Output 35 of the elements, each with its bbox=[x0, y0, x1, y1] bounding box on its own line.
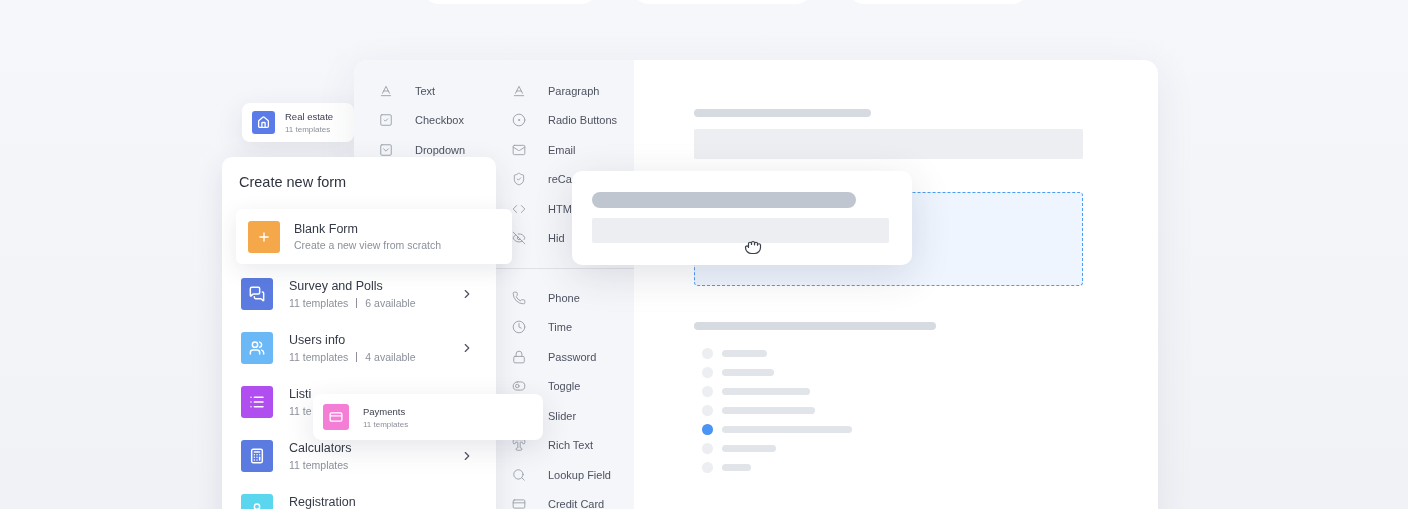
field-type-label: Paragraph bbox=[548, 84, 600, 97]
template-count: 11 templates bbox=[289, 459, 349, 471]
field-type-label: Toggle bbox=[548, 380, 581, 393]
field-type-label: Phone bbox=[548, 291, 580, 304]
field-type-label: Radio Buttons bbox=[548, 114, 618, 127]
template-count: 11 templates bbox=[289, 297, 349, 309]
available-count: 4 available bbox=[365, 351, 416, 363]
field-type-label: Password bbox=[548, 350, 597, 363]
available-count: 6 available bbox=[365, 297, 416, 309]
field-type-label: Text bbox=[415, 84, 436, 97]
field-type-label: Rich Text bbox=[548, 439, 594, 452]
card-subtitle: 11 templates bbox=[285, 125, 332, 134]
card-title: Real estate bbox=[285, 111, 334, 122]
template-count: 11 te bbox=[289, 405, 312, 417]
blank-form-title: Blank Form bbox=[294, 222, 359, 236]
field-type-label: Credit Card bbox=[548, 498, 605, 509]
template-count: 11 templates bbox=[289, 351, 349, 363]
category-title: Survey and Polls bbox=[289, 279, 384, 293]
field-type-label: reCa bbox=[548, 173, 572, 186]
category-title: Registration bbox=[289, 495, 357, 509]
field-type-label: Checkbox bbox=[415, 114, 464, 127]
field-type-label: Hid bbox=[548, 232, 565, 245]
category-title: Listi bbox=[289, 387, 313, 401]
field-type-label: Slider bbox=[548, 409, 577, 422]
field-type-label: Dropdown bbox=[415, 143, 466, 156]
field-type-label: Email bbox=[548, 143, 576, 156]
field-type-label: Time bbox=[548, 321, 573, 334]
panel-title: Create new form bbox=[239, 174, 348, 190]
category-title: Users info bbox=[289, 333, 347, 347]
field-type-label: Lookup Field bbox=[548, 468, 611, 481]
card-title: Payments bbox=[363, 405, 407, 417]
card-subtitle: 11 templates bbox=[363, 419, 409, 429]
field-type-label: HTM bbox=[548, 202, 572, 215]
category-title: Calculators bbox=[289, 441, 353, 455]
blank-form-subtitle: Create a new view from scratch bbox=[294, 239, 442, 251]
